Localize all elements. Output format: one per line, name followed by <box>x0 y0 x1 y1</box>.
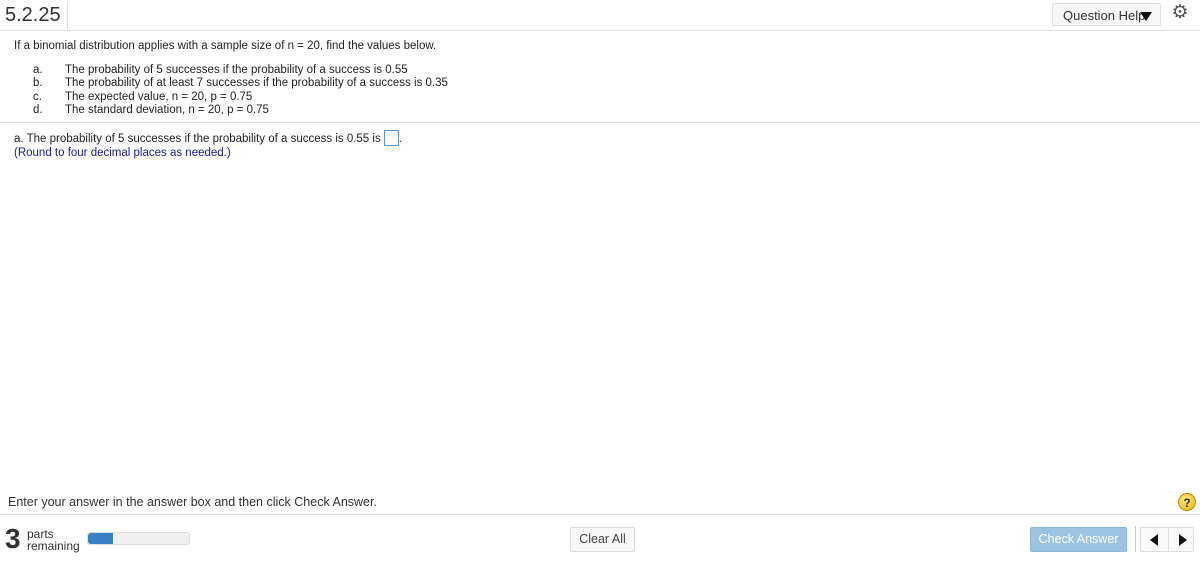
parts-remaining-count: 3 <box>5 523 21 554</box>
part-a-prompt: a. The probability of 5 successes if the… <box>14 133 381 145</box>
divider <box>1135 526 1136 552</box>
question-help-label: Question Help <box>1063 8 1146 23</box>
parts-remaining-text: parts remaining <box>27 528 80 552</box>
answer-input-box[interactable] <box>383 130 399 146</box>
question-item: a. The probability of 5 successes if the… <box>33 64 448 77</box>
instruction-text: Enter your answer in the answer box and … <box>8 495 377 509</box>
item-label: b. <box>33 77 43 90</box>
item-label: c. <box>33 90 42 103</box>
divider <box>0 122 1200 123</box>
item-text: The probability of at least 7 successes … <box>65 77 448 90</box>
item-label: a. <box>33 64 43 76</box>
check-answer-button[interactable]: Check Answer <box>1030 527 1127 552</box>
question-navigation <box>1140 527 1194 552</box>
next-question-button[interactable] <box>1168 528 1196 551</box>
progress-bar <box>87 532 190 545</box>
question-help-button[interactable]: Question Help <box>1052 3 1161 26</box>
help-icon[interactable]: ? <box>1178 493 1196 511</box>
item-text: The expected value, n = 20, p = 0.75 <box>65 90 253 103</box>
remaining-label: remaining <box>27 539 80 553</box>
arrow-left-icon <box>1150 534 1158 546</box>
previous-question-button[interactable] <box>1141 528 1168 551</box>
part-a-question: a. The probability of 5 successes if the… <box>14 130 402 146</box>
question-item: d. The standard deviation, n = 20, p = 0… <box>33 104 448 117</box>
gear-icon[interactable]: ⚙ <box>1171 3 1189 22</box>
question-intro: If a binomial distribution applies with … <box>14 40 437 52</box>
question-item: c. The expected value, n = 20, p = 0.75 <box>33 91 448 104</box>
item-text: The standard deviation, n = 20, p = 0.75 <box>65 103 269 116</box>
question-items-list: a. The probability of 5 successes if the… <box>33 64 448 117</box>
clear-all-button[interactable]: Clear All <box>570 527 635 552</box>
divider <box>0 514 1200 515</box>
item-label: d. <box>33 103 43 116</box>
part-a-suffix: . <box>398 133 402 145</box>
question-item: b. The probability of at least 7 success… <box>33 77 448 90</box>
rounding-hint: (Round to four decimal places as needed.… <box>14 147 231 159</box>
item-text: The probability of 5 successes if the pr… <box>65 64 408 76</box>
question-number: 5.2.25 <box>5 3 68 30</box>
top-bar: 5.2.25 Question Help ⚙ <box>0 0 1200 31</box>
arrow-right-icon <box>1179 534 1187 546</box>
caret-down-icon <box>1140 12 1152 21</box>
progress-fill <box>88 533 114 544</box>
